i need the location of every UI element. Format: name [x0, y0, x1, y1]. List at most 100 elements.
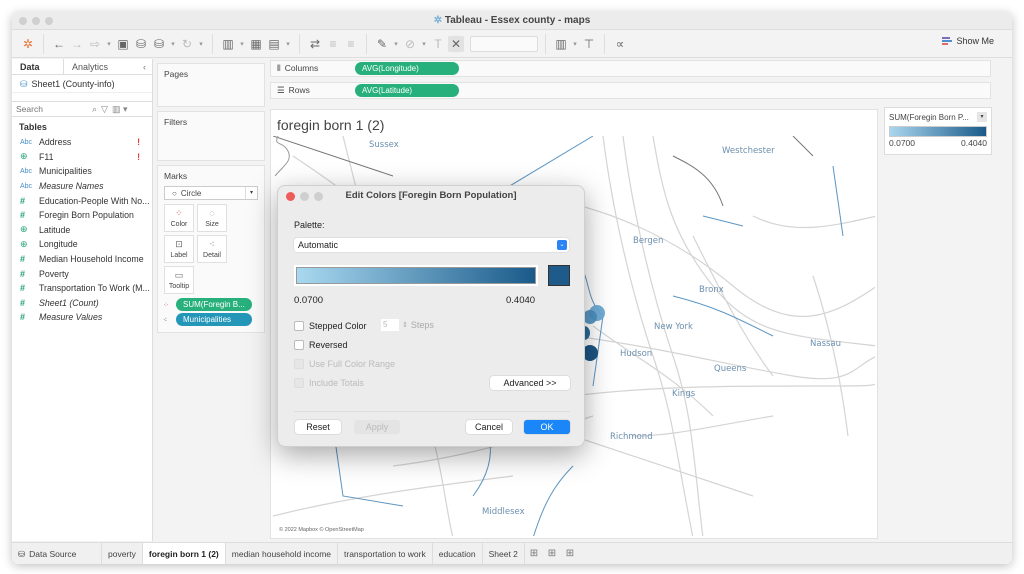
field-item[interactable]: # Education-People With No... [12, 193, 152, 208]
label-icon[interactable]: T [430, 36, 446, 52]
sheet-tab[interactable]: Sheet 2 [483, 542, 525, 564]
pin-icon[interactable]: ✕ [448, 35, 464, 52]
save-icon[interactable]: ▣ [115, 36, 131, 52]
redo-dropdown-icon[interactable]: ▾ [105, 36, 113, 52]
pause-updates-icon[interactable]: ⛁ [151, 36, 167, 52]
stepped-color-box[interactable] [294, 321, 304, 331]
advanced-button[interactable]: Advanced >> [490, 376, 570, 390]
end-color-swatch[interactable] [548, 265, 570, 286]
reset-button[interactable]: Reset [295, 420, 341, 434]
back-icon[interactable]: ← [51, 36, 67, 52]
collapse-pane-button[interactable]: ‹ [137, 59, 152, 74]
warning-icon[interactable]: ! [137, 137, 140, 147]
sheet-tab[interactable]: education [433, 542, 483, 564]
minimize-window-button[interactable] [32, 17, 40, 25]
duplicate-sheet-icon[interactable]: ▦ [248, 36, 264, 52]
warning-icon[interactable]: ! [137, 152, 140, 162]
show-cards-icon[interactable]: ▥ [553, 36, 569, 52]
sheet-tab[interactable]: transportation to work [338, 542, 433, 564]
group-dropdown-icon[interactable]: ▾ [420, 36, 428, 52]
field-item[interactable]: # Foregin Born Population [12, 208, 152, 223]
show-me-button[interactable]: Show Me [942, 36, 994, 46]
zoom-window-button[interactable] [45, 17, 53, 25]
tab-data[interactable]: Data [12, 59, 64, 74]
field-item[interactable]: # Median Household Income [12, 252, 152, 267]
field-search-input[interactable] [16, 104, 88, 114]
include-totals-checkbox[interactable]: Include Totals [294, 378, 364, 388]
palette-select[interactable]: Automatic ⌄ [294, 238, 569, 252]
color-button[interactable]: ⁘ Color [164, 204, 194, 232]
sort-ascending-icon[interactable]: ≡ [325, 36, 341, 52]
mark-type-select[interactable]: ○ Circle ▾ [164, 186, 258, 200]
new-datasource-icon[interactable]: ⛁ [133, 36, 149, 52]
sort-descending-icon[interactable]: ≡ [343, 36, 359, 52]
forward-icon[interactable]: → [69, 36, 85, 52]
apply-button[interactable]: Apply [354, 420, 400, 434]
sheet-tab[interactable]: poverty [102, 542, 143, 564]
rows-shelf[interactable]: ☰ Rows AVG(Latitude) [270, 82, 991, 99]
reversed-box[interactable] [294, 340, 304, 350]
refresh-icon[interactable]: ↻ [179, 36, 195, 52]
field-item[interactable]: # Poverty [12, 266, 152, 281]
close-window-button[interactable] [19, 17, 27, 25]
ok-button[interactable]: OK [524, 420, 570, 434]
data-source-tab[interactable]: ⛁ Data Source [12, 542, 102, 564]
highlight-icon[interactable]: ✎ [374, 36, 390, 52]
refresh-dropdown-icon[interactable]: ▾ [197, 36, 205, 52]
show-cards-dropdown-icon[interactable]: ▾ [571, 36, 579, 52]
field-item[interactable]: ⊕ Latitude [12, 223, 152, 238]
cancel-button[interactable]: Cancel [466, 420, 512, 434]
new-worksheet-icon[interactable]: ▥ [220, 36, 236, 52]
color-range-gradient[interactable] [294, 265, 538, 286]
stepper-arrows-icon[interactable]: ⇕ [402, 321, 408, 329]
field-item[interactable]: ⊕ F11! [12, 150, 152, 165]
field-item[interactable]: # Transportation To Work (M... [12, 281, 152, 296]
presentation-icon[interactable]: ⊤ [581, 36, 597, 52]
field-item[interactable]: # Measure Values [12, 310, 152, 325]
use-full-color-range-checkbox[interactable]: Use Full Color Range [294, 359, 395, 369]
field-item[interactable]: Abc Address! [12, 135, 152, 150]
reversed-checkbox[interactable]: Reversed [294, 340, 348, 350]
color-legend[interactable]: SUM(Foregin Born P... ▾ 0.0700 0.4040 [884, 107, 992, 155]
new-story-icon[interactable]: ⊞ [561, 548, 579, 559]
stepped-color-checkbox[interactable]: Stepped Color [294, 321, 367, 331]
search-icon[interactable]: ⌕ [92, 104, 97, 115]
use-full-color-range-box[interactable] [294, 359, 304, 369]
color-pill[interactable]: SUM(Foregin B... [176, 298, 252, 311]
highlight-dropdown-icon[interactable]: ▾ [392, 36, 400, 52]
rows-pill[interactable]: AVG(Latitude) [355, 84, 459, 97]
datasource-item[interactable]: ⛁ Sheet1 (County-info) [12, 75, 152, 93]
group-icon[interactable]: ⊘ [402, 36, 418, 52]
field-item[interactable]: Abc Measure Names [12, 179, 152, 194]
legend-menu-icon[interactable]: ▾ [977, 112, 987, 122]
columns-pill[interactable]: AVG(Longitude) [355, 62, 459, 75]
redo-icon[interactable]: ⇨ [87, 36, 103, 52]
size-button[interactable]: ◌ Size [197, 204, 227, 232]
new-dashboard-icon[interactable]: ⊞ [543, 548, 561, 559]
filters-card[interactable]: Filters [157, 111, 265, 161]
filter-icon[interactable]: ▽ [101, 104, 108, 115]
dialog-close-button[interactable] [286, 192, 295, 201]
new-worksheet-icon[interactable]: ⊞ [525, 548, 543, 559]
tooltip-button[interactable]: ▭ Tooltip [164, 266, 194, 294]
include-totals-box[interactable] [294, 378, 304, 388]
field-item[interactable]: # Sheet1 (Count) [12, 296, 152, 311]
sheet-tab[interactable]: median household income [226, 542, 338, 564]
clear-sheet-icon[interactable]: ▤ [266, 36, 282, 52]
clear-dropdown-icon[interactable]: ▾ [284, 36, 292, 52]
fit-dropdown[interactable] [470, 35, 538, 52]
columns-shelf[interactable]: ⦀ Columns AVG(Longitude) [270, 60, 991, 77]
steps-input[interactable]: 5 [381, 319, 399, 331]
new-worksheet-dropdown-icon[interactable]: ▾ [238, 36, 246, 52]
map-mark[interactable] [583, 310, 597, 324]
tab-analytics[interactable]: Analytics [64, 59, 137, 74]
share-icon[interactable]: ∝ [612, 36, 628, 52]
detail-pill[interactable]: Municipalities [176, 313, 252, 326]
datasource-dropdown-icon[interactable]: ▾ [169, 36, 177, 52]
sheet-tab[interactable]: foregin born 1 (2) [142, 542, 226, 564]
field-item[interactable]: ⊕ Longitude [12, 237, 152, 252]
detail-button[interactable]: ⁖ Detail [197, 235, 227, 263]
field-item[interactable]: Abc Municipalities [12, 164, 152, 179]
swap-icon[interactable]: ⇄ [307, 36, 323, 52]
label-button[interactable]: ⊡ Label [164, 235, 194, 263]
